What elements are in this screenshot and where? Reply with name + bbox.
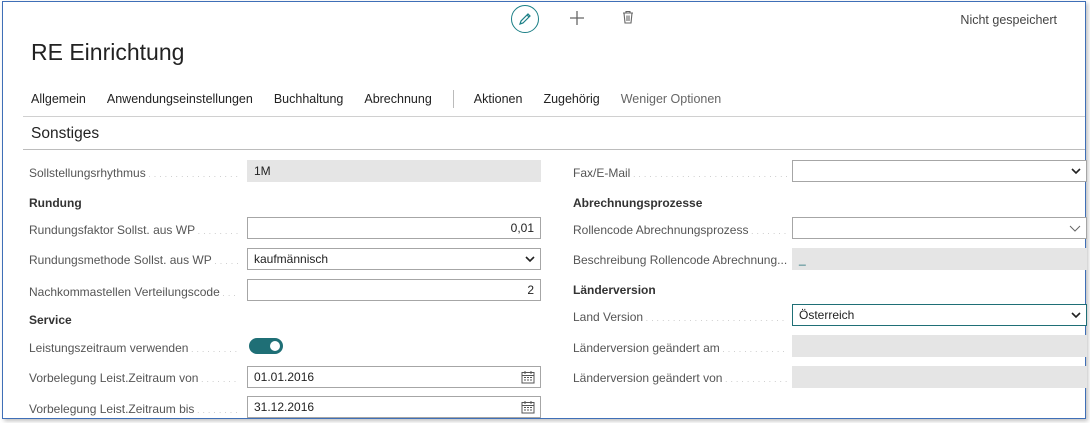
toggle-knob: [270, 341, 280, 351]
vorbelegung-bis-field[interactable]: 31.12.2016: [247, 396, 541, 418]
chevron-down-icon: [525, 256, 535, 263]
land-version-value: Österreich: [799, 308, 855, 322]
nachkommastellen-label: Nachkommastellen Verteilungscode: [29, 285, 239, 299]
sollstellungsrhythmus-field: 1M: [247, 160, 541, 182]
calendar-icon[interactable]: [521, 400, 535, 414]
geaendert-von-field: [792, 366, 1087, 388]
nachkommastellen-field[interactable]: 2: [247, 279, 541, 301]
action-nav: Allgemein Anwendungseinstellungen Buchha…: [31, 90, 742, 108]
nav-abrechnung[interactable]: Abrechnung: [364, 92, 431, 106]
geaendert-von-label: Länderversion geändert von: [573, 371, 788, 385]
nav-buchhaltung[interactable]: Buchhaltung: [274, 92, 344, 106]
laenderversion-group-title: Länderversion: [573, 283, 656, 297]
vorbelegung-bis-label: Vorbelegung Leist.Zeitraum bis: [29, 402, 239, 416]
pencil-icon[interactable]: [511, 5, 539, 33]
beschreibung-rollencode-label: Beschreibung Rollencode Abrechnung...: [573, 253, 788, 267]
geaendert-am-label: Länderversion geändert am: [573, 341, 788, 355]
rundungsmethode-label: Rundungsmethode Sollst. aus WP: [29, 253, 239, 267]
rundungsmethode-value: kaufmännisch: [254, 252, 329, 266]
trash-icon[interactable]: [621, 10, 635, 29]
abrechnungsprozesse-group-title: Abrechnungsprozesse: [573, 196, 703, 210]
nav-allgemein[interactable]: Allgemein: [31, 92, 86, 106]
leistungszeitraum-toggle[interactable]: [249, 338, 283, 354]
rollencode-select[interactable]: [792, 217, 1087, 239]
nav-aktionen[interactable]: Aktionen: [474, 92, 523, 106]
rollencode-label: Rollencode Abrechnungsprozess: [573, 223, 788, 237]
chevron-down-icon: [1071, 168, 1081, 175]
nav-divider: [452, 90, 454, 108]
land-version-label: Land Version: [573, 310, 788, 324]
page-frame: Nicht gespeichert RE Einrichtung Allgeme…: [2, 1, 1087, 419]
nav-weniger-optionen[interactable]: Weniger Optionen: [621, 92, 722, 106]
geaendert-am-field: [792, 335, 1087, 357]
rundung-group-title: Rundung: [29, 196, 82, 210]
sollstellungsrhythmus-label: Sollstellungsrhythmus: [29, 166, 239, 180]
vorbelegung-bis-value: 31.12.2016: [254, 400, 315, 414]
nav-anwendungseinstellungen[interactable]: Anwendungseinstellungen: [107, 92, 253, 106]
rundungsfaktor-field[interactable]: 0,01: [247, 217, 541, 239]
fax-email-label: Fax/E-Mail: [573, 166, 788, 180]
vorbelegung-von-label: Vorbelegung Leist.Zeitraum von: [29, 371, 239, 385]
nav-divider-line: [23, 116, 1085, 117]
vorbelegung-von-field[interactable]: 01.01.2016: [247, 366, 541, 388]
save-status: Nicht gespeichert: [960, 13, 1057, 27]
plus-icon[interactable]: [569, 8, 585, 30]
land-version-select[interactable]: Österreich: [792, 304, 1087, 326]
top-action-bar: [511, 5, 633, 33]
section-divider: [23, 149, 1085, 150]
chevron-down-icon: [1069, 225, 1081, 232]
chevron-down-icon: [1071, 312, 1081, 319]
rundungsfaktor-label: Rundungsfaktor Sollst. aus WP: [29, 223, 239, 237]
rundungsmethode-select[interactable]: kaufmännisch: [247, 248, 541, 270]
fax-email-select[interactable]: [792, 160, 1087, 182]
leistungszeitraum-label: Leistungszeitraum verwenden: [29, 341, 239, 355]
section-title[interactable]: Sonstiges: [31, 125, 99, 143]
vorbelegung-von-value: 01.01.2016: [254, 370, 315, 384]
page-title: RE Einrichtung: [31, 39, 185, 65]
calendar-icon[interactable]: [521, 370, 535, 384]
beschreibung-rollencode-field[interactable]: _: [792, 248, 1087, 270]
nav-zugehoerig[interactable]: Zugehörig: [543, 92, 599, 106]
service-group-title: Service: [29, 313, 72, 327]
